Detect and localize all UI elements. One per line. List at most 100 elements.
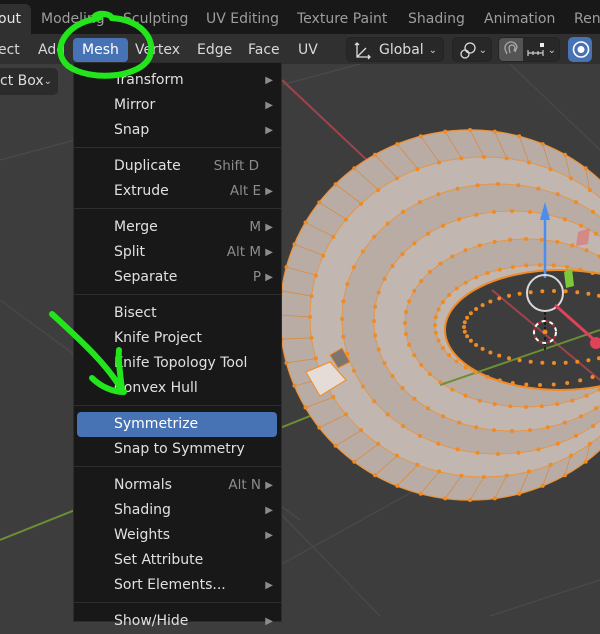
mesh-vertex	[578, 267, 583, 272]
menu-item-label: Knife Project	[114, 330, 202, 346]
mesh-vertex	[441, 223, 445, 228]
menu-vertex[interactable]: Vertex	[135, 38, 180, 62]
proportional-edit-toggle[interactable]	[568, 37, 592, 62]
menu-item-shading[interactable]: Shading ▶	[74, 498, 281, 523]
mesh-vertex	[372, 234, 377, 239]
mesh-vertex	[575, 359, 580, 364]
mesh-vertex	[438, 261, 443, 266]
snap-increment-icon[interactable]	[525, 38, 547, 61]
pivot-point-dropdown[interactable]: ⌄	[452, 37, 492, 62]
menu-item-knife-topology-tool[interactable]: Knife Topology Tool	[74, 351, 281, 376]
menu-item-convex-hull[interactable]: Convex Hull	[74, 376, 281, 401]
menu-item-snap[interactable]: Snap ▶	[74, 118, 281, 143]
menu-item-bisect[interactable]: Bisect	[74, 301, 281, 326]
mesh-menu-dropdown: Transform ▶ Mirror ▶ Snap ▶ Duplicate Shift D Ex…	[73, 62, 282, 629]
mesh-vertex	[376, 441, 381, 446]
mesh-vertex	[485, 271, 490, 275]
mesh-vertex	[447, 353, 452, 357]
menu-item-duplicate[interactable]: Duplicate Shift D	[74, 154, 281, 179]
mesh-vertex	[359, 428, 363, 433]
mesh-vertex	[507, 293, 511, 298]
menu-item-sort-elements[interactable]: Sort Elements... ▶	[74, 573, 281, 598]
menu-item-show-hide[interactable]: Show/Hide ▶	[74, 609, 281, 634]
tab-shading[interactable]: Shading	[408, 4, 465, 34]
mesh-vertex	[463, 393, 468, 398]
menu-item-label: Set Attribute	[114, 552, 204, 568]
tab-rendering[interactable]: Ren	[574, 4, 600, 34]
menu-item-weights[interactable]: Weights ▶	[74, 523, 281, 548]
menu-face[interactable]: Face	[248, 38, 280, 62]
mesh-vertex	[594, 406, 598, 411]
mesh-vertex	[508, 404, 513, 409]
mesh-vertex	[372, 399, 377, 404]
mesh-vertex	[419, 363, 424, 367]
mesh-vertex	[579, 414, 583, 419]
mesh-vertex	[482, 155, 486, 159]
mesh-vertex	[482, 475, 486, 479]
mesh-vertex	[303, 220, 308, 225]
mesh-vertex	[407, 342, 412, 347]
submenu-arrow-icon: ▶	[265, 100, 273, 111]
mesh-vertex	[457, 420, 462, 425]
mesh-vertex	[373, 333, 378, 338]
mesh-vertex	[584, 393, 589, 398]
tab-uv-editing[interactable]: UV Editing	[206, 4, 279, 34]
mesh-vertex	[415, 167, 420, 172]
mesh-vertex	[455, 447, 460, 452]
mesh-vertex	[497, 296, 502, 301]
menu-item-split[interactable]: Split Alt M ▶	[74, 240, 281, 265]
mesh-vertex	[528, 428, 532, 433]
menu-item-merge[interactable]: Merge M ▶	[74, 215, 281, 240]
mesh-vertex	[404, 310, 408, 314]
menu-item-transform[interactable]: Transform ▶	[74, 68, 281, 93]
mesh-vertex	[496, 182, 500, 186]
menu-separator	[74, 147, 281, 148]
mesh-vertex	[480, 346, 485, 351]
menu-item-label: Snap	[114, 122, 150, 138]
mesh-vertex	[538, 263, 542, 267]
menu-item-normals[interactable]: Normals Alt N ▶	[74, 473, 281, 498]
mesh-vertex	[341, 334, 346, 339]
menu-item-separate[interactable]: Separate P ▶	[74, 265, 281, 290]
mesh-vertex	[457, 217, 462, 222]
menu-item-extrude[interactable]: Extrude Alt E ▶	[74, 179, 281, 204]
tab-sculpting[interactable]: Sculpting	[123, 4, 188, 34]
mesh-vertex	[331, 235, 336, 239]
menu-item-knife-project[interactable]: Knife Project	[74, 326, 281, 351]
mesh-vertex	[436, 307, 441, 312]
chevron-down-icon: ⌄	[428, 45, 437, 56]
select-mode-dropdown[interactable]: ct Box ⌄	[0, 68, 58, 95]
chevron-down-icon[interactable]: ⌄	[548, 38, 556, 63]
menu-select[interactable]: ect	[0, 38, 20, 62]
mesh-vertex	[345, 282, 350, 287]
mesh-vertex	[575, 290, 580, 295]
magnet-icon[interactable]	[499, 38, 523, 61]
mesh-vertex	[284, 360, 289, 365]
menu-item-snap-to-symmetry[interactable]: Snap to Symmetry	[74, 437, 281, 462]
menu-mesh[interactable]: Mesh	[73, 38, 128, 62]
mesh-vertex	[385, 221, 390, 226]
mesh-vertex	[504, 156, 509, 161]
menu-item-shortcut: Alt M	[226, 244, 261, 260]
mesh-vertex	[551, 382, 556, 387]
mesh-vertex	[415, 462, 420, 467]
mesh-vertex	[437, 160, 441, 165]
transform-orientation-dropdown[interactable]: Global ⌄	[346, 37, 444, 62]
mesh-vertex	[536, 447, 541, 452]
mesh-vertex	[426, 231, 430, 236]
submenu-arrow-icon: ▶	[265, 530, 273, 541]
tab-modeling[interactable]: Modeling	[41, 4, 105, 34]
menu-add[interactable]: Add	[38, 38, 65, 62]
menu-uv[interactable]: UV	[298, 38, 318, 62]
menu-item-set-attribute[interactable]: Set Attribute	[74, 548, 281, 573]
tab-layout[interactable]: out	[0, 4, 31, 34]
tab-animation[interactable]: Animation	[484, 4, 555, 34]
menu-item-mirror[interactable]: Mirror ▶	[74, 93, 281, 118]
mesh-vertex	[488, 299, 493, 304]
tab-texture-paint[interactable]: Texture Paint	[297, 4, 387, 34]
menu-item-label: Extrude	[114, 183, 169, 199]
mesh-vertex	[563, 152, 567, 157]
mesh-vertex	[395, 142, 400, 147]
menu-item-symmetrize[interactable]: Symmetrize	[77, 412, 277, 437]
menu-edge[interactable]: Edge	[197, 38, 232, 62]
